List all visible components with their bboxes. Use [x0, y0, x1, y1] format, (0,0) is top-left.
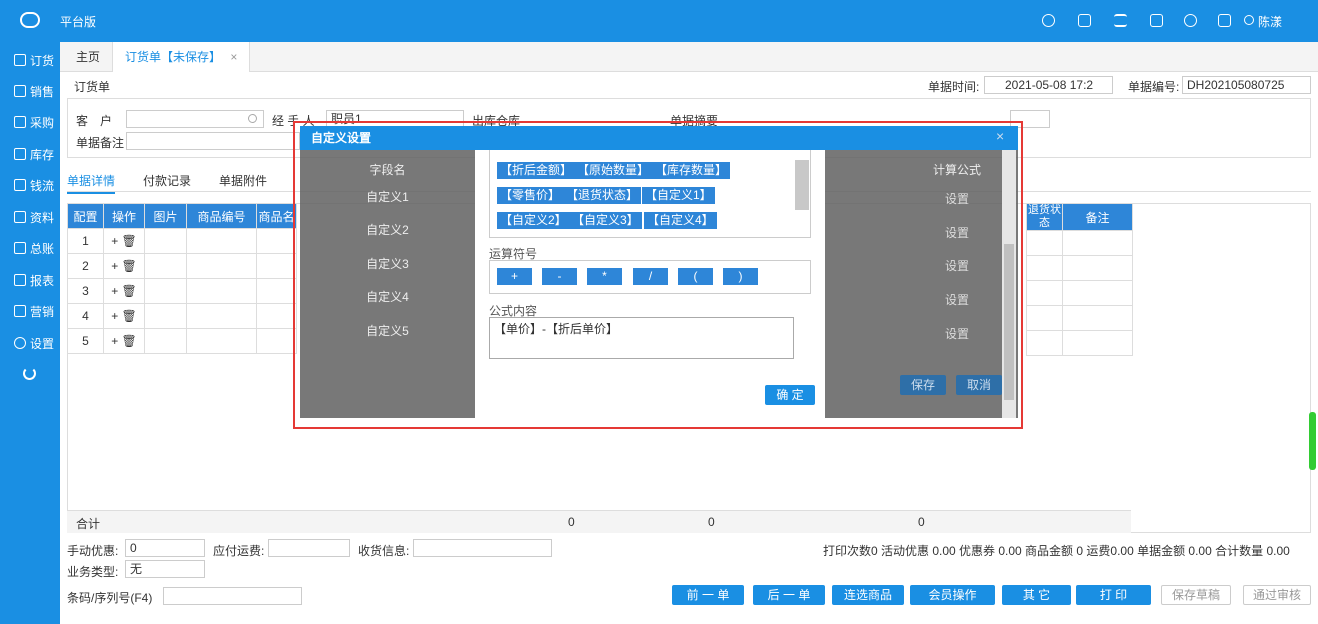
sidebar-item-order[interactable]: 订货 — [0, 45, 60, 75]
gear-icon — [14, 337, 26, 349]
prev-button[interactable]: 前 一 单 — [672, 585, 744, 605]
detail-table-right: 退货状态 备注 — [1026, 203, 1133, 356]
table-row[interactable]: 3 + 🗑 — [67, 278, 297, 304]
col-remark: 备注 — [1062, 203, 1133, 231]
user-name[interactable]: 陈漾 — [1258, 13, 1282, 30]
total-value: 0 — [708, 515, 715, 529]
inbox-icon[interactable] — [1078, 14, 1091, 27]
table-row[interactable]: 5 + 🗑 — [67, 328, 297, 354]
customer-input[interactable] — [126, 110, 264, 128]
discount-input[interactable]: 0 — [125, 539, 205, 557]
person-icon — [14, 85, 26, 97]
tab-home[interactable]: 主页 — [64, 42, 112, 72]
mail-icon[interactable] — [1218, 14, 1231, 27]
col-return-status: 退货状态 — [1026, 203, 1063, 231]
discount-label: 手动优惠: — [67, 544, 119, 558]
remark-label: 单据备注 — [76, 136, 125, 150]
time-input[interactable]: 2021-05-08 17:2 — [984, 76, 1113, 94]
tab-close-icon[interactable]: × — [230, 50, 237, 64]
add-delete-icons[interactable]: + 🗑 — [103, 278, 145, 304]
member-button[interactable]: 会员操作 — [910, 585, 995, 605]
add-delete-icons[interactable]: + 🗑 — [103, 303, 145, 329]
chart-icon — [14, 242, 26, 254]
freight-input[interactable] — [268, 539, 350, 557]
table-row[interactable]: 4 + 🗑 — [67, 303, 297, 329]
shirt-icon[interactable] — [1150, 14, 1163, 27]
app-title: 平台版 — [60, 15, 97, 29]
select-goods-button[interactable]: 连选商品 — [832, 585, 904, 605]
logo-icon — [20, 12, 40, 28]
receive-input[interactable] — [413, 539, 552, 557]
tab-bar: 主页 订货单【未保存】 × — [60, 42, 1318, 72]
no-label: 单据编号: — [1128, 80, 1180, 94]
total-value: 0 — [918, 515, 925, 529]
report-icon — [14, 274, 26, 286]
col-code: 商品编号 — [186, 203, 257, 229]
table-row[interactable]: 2 + 🗑 — [67, 253, 297, 279]
sidebar-item-sales[interactable]: 销售 — [0, 76, 60, 106]
add-delete-icons[interactable]: + 🗑 — [103, 328, 145, 354]
col-image: 图片 — [144, 203, 187, 229]
sidebar-item-ledger[interactable]: 总账 — [0, 233, 60, 263]
order-icon — [14, 54, 26, 66]
sidebar-item-data[interactable]: 资料 — [0, 202, 60, 232]
subtab-payment[interactable]: 付款记录 — [143, 172, 191, 189]
approve-button[interactable]: 通过审核 — [1243, 585, 1311, 605]
total-label: 合计 — [76, 517, 101, 531]
stock-icon — [14, 148, 26, 160]
footer-summary: 打印次数0 活动优惠 0.00 优惠券 0.00 商品金额 0 运费0.00 单… — [823, 544, 1290, 558]
sidebar-item-purchase[interactable]: 采购 — [0, 107, 60, 137]
add-delete-icons[interactable]: + 🗑 — [103, 253, 145, 279]
top-bar: 平台版 陈漾 — [0, 0, 1318, 42]
data-icon — [14, 211, 26, 223]
biztype-select[interactable]: 无 — [125, 560, 205, 578]
table-header: 配置 操作 图片 商品编号 商品名 — [67, 203, 297, 229]
no-input[interactable]: DH202105080725 — [1182, 76, 1311, 94]
add-delete-icons[interactable]: + 🗑 — [103, 228, 145, 254]
print-button[interactable]: 打 印 — [1076, 585, 1151, 605]
highlight-box — [293, 121, 1023, 429]
total-row — [67, 510, 1131, 533]
sidebar-item-stock[interactable]: 库存 — [0, 139, 60, 169]
monitor-icon — [14, 305, 26, 317]
save-draft-button[interactable]: 保存草稿 — [1161, 585, 1231, 605]
remark-input[interactable] — [126, 132, 300, 150]
col-action: 操作 — [103, 203, 145, 229]
col-config: 配置 — [67, 203, 104, 229]
table-row[interactable]: 1 + 🗑 — [67, 228, 297, 254]
bulb-icon[interactable] — [1042, 14, 1055, 27]
detail-table: 配置 操作 图片 商品编号 商品名 1 + 🗑 2 + 🗑 3 + 🗑 4 + 🗑 5 +… — [67, 203, 297, 354]
total-value: 0 — [568, 515, 575, 529]
other-button[interactable]: 其 它 — [1002, 585, 1071, 605]
sidebar: 订货 销售 采购 库存 钱流 资料 总账 报表 营销 设置 — [0, 42, 60, 624]
col-name: 商品名 — [256, 203, 297, 229]
barcode-label: 条码/序列号(F4) — [67, 591, 153, 605]
power-icon[interactable] — [23, 367, 36, 380]
scroll-indicator[interactable] — [1309, 412, 1316, 470]
sidebar-item-cashflow[interactable]: 钱流 — [0, 170, 60, 200]
menu-icon[interactable] — [1114, 14, 1127, 27]
receive-label: 收货信息: — [358, 544, 410, 558]
next-button[interactable]: 后 一 单 — [753, 585, 825, 605]
sidebar-item-report[interactable]: 报表 — [0, 265, 60, 295]
freight-label: 应付运费: — [213, 544, 265, 558]
money-icon — [14, 179, 26, 191]
sidebar-item-settings[interactable]: 设置 — [0, 328, 60, 358]
biztype-label: 业务类型: — [67, 565, 119, 579]
form-title: 订货单 — [74, 80, 111, 94]
search-icon[interactable] — [248, 114, 257, 123]
user-icon — [1244, 15, 1254, 25]
refresh-icon[interactable] — [1184, 14, 1197, 27]
tab-order[interactable]: 订货单【未保存】 × — [112, 42, 251, 72]
subtab-attachment[interactable]: 单据附件 — [219, 172, 267, 189]
time-label: 单据时间: — [928, 80, 980, 94]
customer-label: 客 户 — [76, 114, 113, 128]
cart-icon — [14, 116, 26, 128]
sidebar-item-marketing[interactable]: 营销 — [0, 296, 60, 326]
barcode-input[interactable] — [163, 587, 302, 605]
